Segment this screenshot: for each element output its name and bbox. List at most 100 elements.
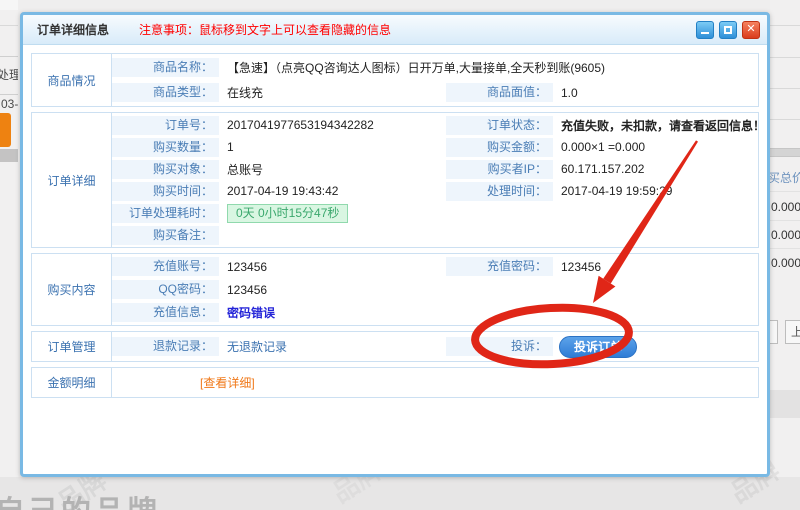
divider [0,94,18,95]
field-label: 商品类型： [112,83,219,102]
row-recharge-account: 充值账号： 123456 充值密码： 123456 [112,255,758,278]
refund-record-link[interactable]: 无退款记录 [219,338,446,355]
field-label: 购买金额： [446,138,553,157]
section-label: 订单详细 [32,113,112,247]
divider [0,25,18,26]
background-text-clipped: 03- [1,97,18,111]
recharge-password-value: 123456 [553,260,758,274]
row-times: 购买时间： 2017-04-19 19:43:42 处理时间： 2017-04-… [112,180,758,202]
order-status-value: 充值失败，未扣款，请查看返回信息！ [553,117,758,134]
divider [770,88,800,89]
quantity-value: 1 [219,140,446,154]
product-face-value: 1.0 [553,86,758,100]
complaint-cell: 投诉订单 [553,336,758,358]
minimize-icon [701,32,709,34]
background-left-strip: 处理 03- [0,0,18,510]
row-recharge-info: 充值信息： 密码错误 [112,301,758,324]
row-amount-detail: [查看详细] [112,369,758,396]
clipped-orange-button[interactable] [0,113,11,147]
close-button[interactable]: ✕ [742,21,760,39]
background-right-strip: 购买总价 0.000 0.000 0.000 上 [770,0,800,510]
field-label: 充值账号： [112,257,219,276]
section-label: 购买内容 [32,254,112,325]
recharge-account-value: 123456 [219,260,446,274]
row-product-type: 商品类型： 在线充 商品面值： 1.0 [112,80,758,105]
divider [770,248,800,249]
maximize-icon [724,26,732,34]
dialog-content: 商品情况 商品名称： 【急速】（点亮QQ咨询达人图标）日开万单,大量接单,全天秒… [23,45,767,398]
field-label: 购买时间： [112,182,219,201]
order-detail-dialog: 订单详细信息 注意事项：鼠标移到文字上可以查看隐藏的信息 ✕ 商品情况 商品名称… [20,12,770,477]
row-target: 购买对象： 总账号 购买者IP： 60.171.157.202 [112,158,758,180]
section-product-info: 商品情况 商品名称： 【急速】（点亮QQ咨询达人图标）日开万单,大量接单,全天秒… [31,53,759,107]
section-order-detail: 订单详细 订单号： 2017041977653194342282 订单状态： 充… [31,112,759,248]
section-label: 订单管理 [32,332,112,361]
table-cell-value: 0.000 [771,200,800,214]
section-amount-detail: 金额明细 [查看详细] [31,367,759,398]
order-no-value: 2017041977653194342282 [219,118,446,132]
field-label: 退款记录： [112,337,219,356]
field-label: 投诉： [446,337,553,356]
table-cell-value: 0.000 [771,228,800,242]
view-detail-link[interactable]: [查看详细] [112,374,255,391]
background-band [0,0,18,10]
dialog-title: 订单详细信息 [37,21,109,38]
row-qq-password: QQ密码： 123456 [112,278,758,301]
window-controls: ✕ [696,21,760,39]
elapsed-badge: 0天 0小时15分47秒 [227,204,348,223]
minimize-button[interactable] [696,21,714,39]
divider [770,220,800,221]
buyer-ip-value: 60.171.157.202 [553,162,758,176]
pager-button-prev[interactable]: 上 [785,320,800,344]
recharge-info-value: 密码错误 [219,304,758,321]
background-band [0,149,18,162]
row-product-name: 商品名称： 【急速】（点亮QQ咨询达人图标）日开万单,大量接单,全天秒到账(96… [112,55,758,80]
target-value: 总账号 [219,161,446,178]
notice-text: 注意事项：鼠标移到文字上可以查看隐藏的信息 [139,21,391,38]
product-type-value: 在线充 [219,84,446,101]
product-name-value: 【急速】（点亮QQ咨询达人图标）日开万单,大量接单,全天秒到账(9605) [219,59,758,76]
row-order-no: 订单号： 2017041977653194342282 订单状态： 充值失败，未… [112,114,758,136]
divider [0,56,18,57]
table-header-band [770,148,800,157]
divider [770,57,800,58]
field-label: 购买对象： [112,160,219,179]
maximize-button[interactable] [719,21,737,39]
field-label: 购买者IP： [446,160,553,179]
row-refund-complaint: 退款记录： 无退款记录 投诉： 投诉订单 [112,333,758,360]
field-label: 充值信息： [112,303,219,322]
field-label: 购买备注： [112,226,219,245]
dialog-titlebar: 订单详细信息 注意事项：鼠标移到文字上可以查看隐藏的信息 ✕ [23,15,767,45]
pager-button-clipped[interactable] [770,320,778,344]
row-elapsed: 订单处理耗时： 0天 0小时15分47秒 [112,202,758,224]
divider [770,119,800,120]
brand-text-clipped: 自己的品牌 [0,487,160,510]
elapsed-value: 0天 0小时15分47秒 [219,204,758,223]
section-label: 金额明细 [32,368,112,397]
section-label: 商品情况 [32,54,112,106]
field-label: 订单状态： [446,116,553,135]
table-cell-value: 0.000 [771,256,800,270]
process-time-value: 2017-04-19 19:59:29 [553,184,758,198]
buy-time-value: 2017-04-19 19:43:42 [219,184,446,198]
field-label: 订单号： [112,116,219,135]
field-label: 订单处理耗时： [112,204,219,223]
field-label: QQ密码： [112,280,219,299]
row-remark: 购买备注： [112,224,758,246]
field-label: 充值密码： [446,257,553,276]
background-band [770,390,800,418]
amount-value: 0.000×1 =0.000 [553,140,758,154]
column-header-total-price: 购买总价 [770,169,800,186]
qq-password-value: 123456 [219,283,758,297]
field-label: 商品名称： [112,58,219,77]
field-label: 处理时间： [446,182,553,201]
divider [770,25,800,26]
section-order-manage: 订单管理 退款记录： 无退款记录 投诉： 投诉订单 [31,331,759,362]
complain-order-button[interactable]: 投诉订单 [559,336,637,358]
section-purchase-content: 购买内容 充值账号： 123456 充值密码： 123456 QQ密码： 123… [31,253,759,326]
field-label: 购买数量： [112,138,219,157]
background-text-clipped: 处理 [0,66,18,83]
field-label: 商品面值： [446,83,553,102]
row-quantity: 购买数量： 1 购买金额： 0.000×1 =0.000 [112,136,758,158]
divider [770,191,800,192]
